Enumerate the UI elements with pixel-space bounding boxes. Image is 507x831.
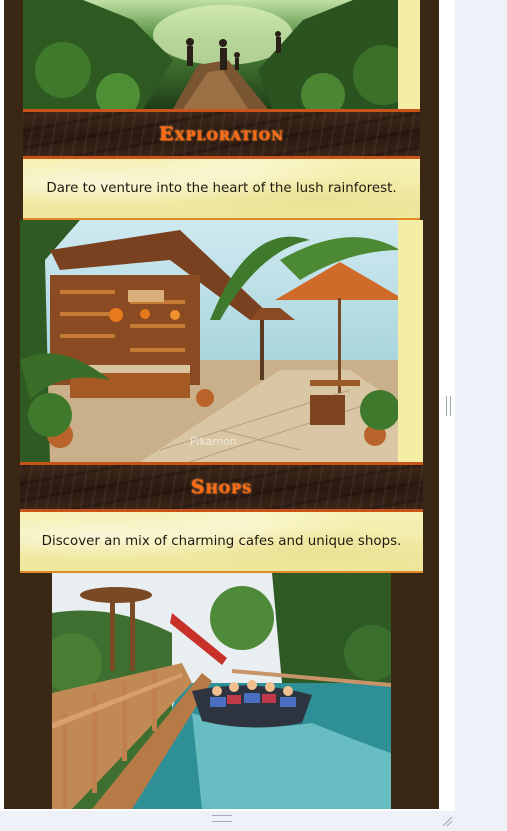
content-column: Exploration Dare to venture into the hea… [4, 0, 439, 809]
shops-description: Discover an mix of charming cafes and un… [41, 534, 402, 549]
exploration-image [23, 0, 420, 109]
shops-title: Shops [190, 476, 253, 498]
water-ride-image [52, 573, 391, 809]
exploration-description: Dare to venture into the heart of the lu… [46, 181, 397, 196]
shops-description-panel: Discover an mix of charming cafes and un… [20, 512, 423, 573]
shops-image: Pikamon [20, 220, 423, 462]
shops-title-banner: Shops [20, 462, 423, 512]
image-watermark: Pikamon [190, 435, 237, 448]
viewport: Exploration Dare to venture into the hea… [0, 0, 455, 811]
corner-resize-icon[interactable] [441, 812, 453, 827]
resize-handle-icon[interactable] [446, 396, 451, 416]
scroll-grip-icon[interactable] [212, 815, 232, 822]
exploration-title: Exploration [159, 123, 284, 145]
exploration-description-panel: Dare to venture into the heart of the lu… [23, 159, 420, 220]
exploration-title-banner: Exploration [23, 109, 420, 159]
